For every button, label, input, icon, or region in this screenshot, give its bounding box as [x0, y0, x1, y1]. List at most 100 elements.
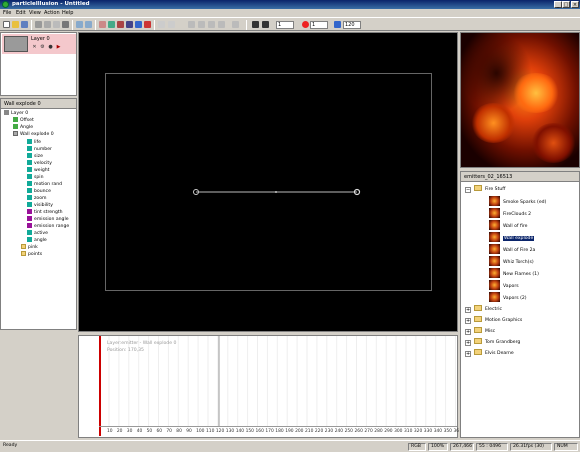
tree-item[interactable]: motion rand — [27, 181, 62, 188]
tree-item[interactable]: visibility — [27, 202, 53, 209]
tree-item[interactable]: size — [27, 153, 43, 160]
library-folder[interactable]: + Tom Grandberg — [465, 337, 520, 348]
lock-icon[interactable]: ▶ — [56, 45, 61, 50]
visibility-icon[interactable]: ✕ — [32, 45, 37, 50]
tree-item[interactable]: Wall explode 0 — [13, 131, 54, 138]
library-emitter[interactable]: FireClouds 2 — [489, 208, 531, 219]
tree-item[interactable]: Angle — [13, 124, 33, 131]
rewind-icon[interactable] — [252, 21, 259, 28]
redo-icon[interactable] — [85, 21, 92, 28]
tree-item[interactable]: weight — [27, 167, 50, 174]
library-folder[interactable]: + Misc — [465, 326, 495, 337]
timeline-info: Layer:emitter - Wall explode 0 Position:… — [107, 340, 176, 354]
new-icon[interactable] — [3, 21, 10, 28]
ruler-tick-label: 240 — [334, 429, 344, 434]
minimize-button[interactable]: _ — [554, 1, 562, 8]
library-emitter[interactable]: Wall of fire — [489, 220, 527, 231]
open-icon[interactable] — [12, 21, 19, 28]
library-emitter[interactable]: Wall of Fire 2a — [489, 244, 535, 255]
grid-icon[interactable] — [232, 21, 239, 28]
library-emitter[interactable]: Vapors (2) — [489, 292, 527, 303]
move-up-icon[interactable] — [208, 21, 215, 28]
save-icon[interactable] — [21, 21, 28, 28]
tree-item[interactable]: tint strength — [27, 209, 63, 216]
paste-icon[interactable] — [53, 21, 60, 28]
ruler-tick-label: 10 — [107, 429, 113, 434]
rotate-icon[interactable] — [168, 21, 175, 28]
stage-canvas[interactable] — [78, 32, 458, 332]
fps-icon[interactable] — [334, 21, 341, 28]
timeline-ruler[interactable]: 10 20 30 40 50 60 70 80 90 100 110 120 130 140 150 160 1… — [99, 426, 460, 436]
library-folder[interactable]: + Elvis Dearne — [465, 348, 514, 359]
library-folder[interactable]: + Motion Graphics — [465, 315, 522, 326]
frame-input[interactable]: 1 — [276, 21, 294, 29]
record-tool-icon[interactable] — [144, 21, 151, 28]
ruler-tick-label: 130 — [225, 429, 235, 434]
undo-icon[interactable] — [76, 21, 83, 28]
tree-item[interactable]: spin — [27, 174, 44, 181]
tree-item[interactable]: emission range — [27, 223, 69, 230]
timeline-panel[interactable]: Layer:emitter - Wall explode 0 Position:… — [78, 335, 460, 438]
ruler-tick-label: 100 — [196, 429, 205, 434]
tree-item[interactable]: bounce — [27, 188, 51, 195]
library-emitter[interactable]: Vapors — [489, 280, 519, 291]
deflector-tool-icon[interactable] — [117, 21, 124, 28]
align-icon[interactable] — [158, 21, 165, 28]
tree-item[interactable]: velocity — [27, 160, 52, 167]
emitter-library-panel: emitters_02_16513 − Fire Stuff Smoke Spar… — [460, 171, 580, 438]
settings-icon[interactable]: ⚙ — [40, 45, 45, 50]
library-folder[interactable]: + Electric — [465, 304, 502, 315]
ruler-tick-label: 150 — [245, 429, 254, 434]
timeline-playhead[interactable] — [99, 336, 101, 436]
status-range: 55 : 0496 — [476, 443, 508, 451]
menu-help[interactable]: Help — [62, 10, 73, 16]
library-emitter[interactable]: New Flames (1) — [489, 268, 539, 279]
record-icon[interactable] — [302, 21, 309, 28]
library-header: emitters_02_16513 — [461, 172, 579, 182]
end-frame-input[interactable]: 1 — [310, 21, 328, 29]
emitter-tool-icon[interactable] — [108, 21, 115, 28]
ruler-tick-label: 30 — [126, 429, 133, 434]
fps-input[interactable]: 120 — [343, 21, 361, 29]
tree-item[interactable]: zoom — [27, 195, 47, 202]
tree-item[interactable]: number — [27, 146, 52, 153]
ruler-tick-label: 280 — [374, 429, 383, 434]
move-down-icon[interactable] — [218, 21, 225, 28]
library-folder[interactable]: − Fire Stuff — [465, 184, 505, 195]
ruler-tick-label: 260 — [354, 429, 363, 434]
tree-item[interactable]: angle — [27, 237, 47, 244]
menu-view[interactable]: View — [29, 10, 41, 16]
solo-icon[interactable]: ● — [48, 45, 53, 50]
tree-item[interactable]: life — [27, 139, 41, 146]
ruler-tick-label: 330 — [423, 429, 433, 434]
ruler-tick-label: 110 — [206, 429, 215, 434]
maximize-button[interactable]: □ — [562, 1, 570, 8]
play-icon[interactable] — [262, 21, 269, 28]
move-left-icon[interactable] — [188, 21, 195, 28]
zoom-tool-icon[interactable] — [135, 21, 142, 28]
ruler-tick-label: 90 — [186, 429, 192, 434]
cut-icon[interactable] — [35, 21, 42, 28]
library-emitter[interactable]: Smoke Sparks (ed) — [489, 196, 546, 207]
delete-icon[interactable] — [62, 21, 69, 28]
menu-action[interactable]: Action — [44, 10, 60, 16]
tree-item[interactable]: emission angle — [27, 216, 69, 223]
ruler-tick-label: 36 — [453, 429, 460, 434]
move-right-icon[interactable] — [198, 21, 205, 28]
close-button[interactable]: × — [571, 1, 579, 8]
tree-item[interactable]: Offset — [13, 117, 34, 124]
layer-row[interactable]: Layer 0 ✕ ⚙ ● ▶ — [2, 34, 76, 54]
menu-bar: File Edit View Action Help — [0, 9, 580, 17]
tree-item[interactable]: Layer 0 — [4, 110, 28, 117]
emitter-line[interactable] — [79, 33, 459, 333]
tree-item[interactable]: pink — [21, 244, 38, 251]
menu-edit[interactable]: Edit — [16, 10, 26, 16]
library-emitter-selected[interactable]: Wall explode — [489, 232, 535, 243]
tree-item[interactable]: active — [27, 230, 48, 237]
tree-item[interactable]: points — [21, 251, 42, 258]
menu-file[interactable]: File — [3, 10, 11, 16]
blocker-tool-icon[interactable] — [126, 21, 133, 28]
library-emitter[interactable]: Whiz Torch(s) — [489, 256, 534, 267]
copy-icon[interactable] — [44, 21, 51, 28]
select-tool-icon[interactable] — [99, 21, 106, 28]
